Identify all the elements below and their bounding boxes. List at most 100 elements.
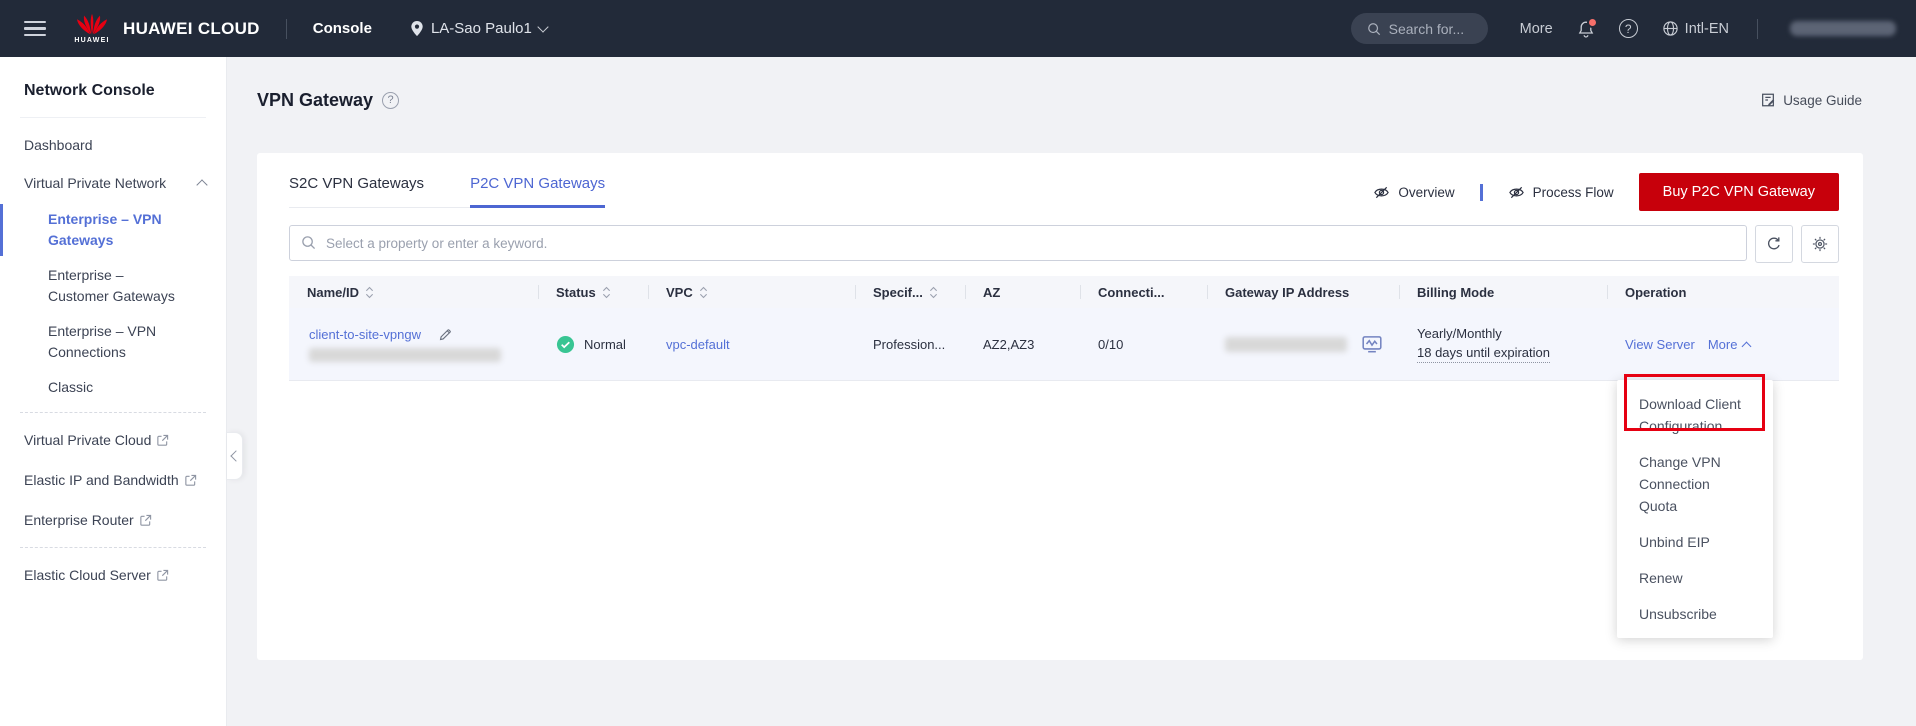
cell-az: AZ2,AZ3 [965,308,1080,380]
search-icon [1367,22,1381,36]
cell-specification: Profession... [855,308,965,380]
sidebar-item-elastic-cloud-server[interactable]: Elastic Cloud Server [0,555,220,595]
sidebar-item-label: Enterprise – VPN Connections [48,321,180,363]
gear-icon [1812,236,1828,252]
gateway-name-link[interactable]: client-to-site-vpngw [309,327,421,342]
billing-expiration-note[interactable]: 18 days until expiration [1417,345,1550,363]
tab-actions: Overview Process Flow Buy P2C VPN Gatewa… [1373,173,1839,211]
column-header-vpc[interactable]: VPC [648,276,855,308]
menu-item-download-client-configuration[interactable]: Download Client Configuration [1617,386,1773,444]
column-header-billing-mode[interactable]: Billing Mode [1399,276,1607,308]
more-actions-dropdown: Download Client Configuration Change VPN… [1617,380,1773,638]
filter-row [289,225,1839,263]
column-label: Billing Mode [1417,285,1494,300]
filter-search-input[interactable] [289,225,1747,261]
topbar-right: Search for... More ? Intl-EN [1351,13,1896,44]
sidebar-group-virtual-private-network[interactable]: Virtual Private Network [0,164,226,202]
divider [286,19,287,39]
refresh-button[interactable] [1755,225,1793,263]
sidebar-item-enterprise-router[interactable]: Enterprise Router [0,500,220,540]
huawei-cloud-console: HUAWEI HUAWEI CLOUD Console LA-Sao Paulo… [0,0,1916,726]
menu-item-change-vpn-connection-quota[interactable]: Change VPN Connection Quota [1617,444,1773,524]
sidebar-title: Network Console [0,57,226,117]
external-link-icon [184,474,197,487]
sidebar: Network Console Dashboard Virtual Privat… [0,57,227,726]
huawei-wordmark: HUAWEI [74,37,109,44]
column-header-status[interactable]: Status [538,276,648,308]
sidebar-item-dashboard[interactable]: Dashboard [0,126,226,164]
sort-icon[interactable] [602,286,611,299]
global-search[interactable]: Search for... [1351,13,1488,44]
huawei-logo[interactable]: HUAWEI [74,13,110,44]
masked-gateway-id [309,348,501,362]
tab-p2c-vpn-gateways[interactable]: P2C VPN Gateways [470,175,605,207]
menu-item-unbind-eip[interactable]: Unbind EIP [1617,524,1773,560]
column-label: Status [556,285,596,300]
brand-title: HUAWEI CLOUD [123,19,260,39]
cell-gateway-ip [1207,308,1399,380]
sidebar-collapse-handle[interactable] [227,432,243,480]
menu-item-renew[interactable]: Renew [1617,560,1773,596]
usage-guide-link[interactable]: Usage Guide [1760,92,1862,108]
notification-badge [1587,17,1598,28]
external-link-icon [156,569,169,582]
sort-icon[interactable] [929,286,938,299]
sidebar-item-enterprise-customer-gateways[interactable]: Enterprise – Customer Gateways [0,258,226,314]
monitor-metrics-icon[interactable] [1361,333,1383,355]
divider [20,117,206,118]
more-actions-link[interactable]: More [1708,337,1751,352]
status-label: Normal [584,337,626,352]
column-label: Name/ID [307,285,359,300]
cell-status: Normal [538,308,648,380]
view-server-link[interactable]: View Server [1625,337,1695,352]
table-row: client-to-site-vpngw Normal vpc-default … [289,308,1839,381]
column-header-specification[interactable]: Specif... [855,276,965,308]
global-search-placeholder: Search for... [1389,21,1464,37]
sidebar-item-label: Elastic Cloud Server [24,567,151,583]
tab-s2c-vpn-gateways[interactable]: S2C VPN Gateways [289,175,424,207]
cell-connections: 0/10 [1080,308,1207,380]
menu-item-unsubscribe[interactable]: Unsubscribe [1617,596,1773,632]
sidebar-item-classic[interactable]: Classic [0,370,226,405]
topbar: HUAWEI HUAWEI CLOUD Console LA-Sao Paulo… [0,0,1916,57]
edit-pencil-icon[interactable] [437,327,453,343]
menu-hamburger-icon[interactable] [24,21,46,37]
sidebar-item-virtual-private-cloud[interactable]: Virtual Private Cloud [0,420,220,460]
sidebar-group-label: Virtual Private Network [24,173,166,193]
language-selector[interactable]: Intl-EN [1662,20,1729,37]
page-help-icon[interactable]: ? [382,92,399,109]
column-header-operation[interactable]: Operation [1607,276,1839,308]
region-selector[interactable]: LA-Sao Paulo1 [410,20,547,37]
table-settings-button[interactable] [1801,225,1839,263]
notifications-button[interactable] [1577,20,1595,38]
sidebar-item-label: Classic [48,377,93,398]
more-label: More [1708,337,1738,352]
help-button[interactable]: ? [1619,19,1638,38]
document-pen-icon [1760,92,1776,108]
sort-icon[interactable] [699,286,708,299]
vpc-link[interactable]: vpc-default [666,337,730,352]
sidebar-item-enterprise-vpn-gateways[interactable]: Enterprise – VPN Gateways [0,202,226,258]
column-header-gateway-ip[interactable]: Gateway IP Address [1207,276,1399,308]
sidebar-item-elastic-ip-and-bandwidth[interactable]: Elastic IP and Bandwidth [0,460,220,500]
column-header-name-id[interactable]: Name/ID [289,276,538,308]
question-icon: ? [1619,19,1638,38]
sort-icon[interactable] [365,286,374,299]
region-label: LA-Sao Paulo1 [431,20,532,37]
more-menu[interactable]: More [1520,21,1553,37]
gateway-table: Name/ID Status VPC Specif... AZ Connecti… [289,276,1839,381]
eye-off-icon [1373,184,1390,201]
buy-p2c-vpn-gateway-button[interactable]: Buy P2C VPN Gateway [1639,173,1839,211]
column-header-az[interactable]: AZ [965,276,1080,308]
overview-toggle[interactable]: Overview [1373,184,1454,201]
column-header-connections[interactable]: Connecti... [1080,276,1207,308]
refresh-icon [1766,236,1782,252]
page-title: VPN Gateway [257,90,373,111]
chevron-left-icon [230,450,241,461]
masked-account-name[interactable] [1790,21,1896,36]
process-flow-toggle[interactable]: Process Flow [1508,184,1614,201]
column-label: VPC [666,285,693,300]
divider [20,412,206,413]
sidebar-item-enterprise-vpn-connections[interactable]: Enterprise – VPN Connections [0,314,226,370]
console-link[interactable]: Console [313,20,372,37]
